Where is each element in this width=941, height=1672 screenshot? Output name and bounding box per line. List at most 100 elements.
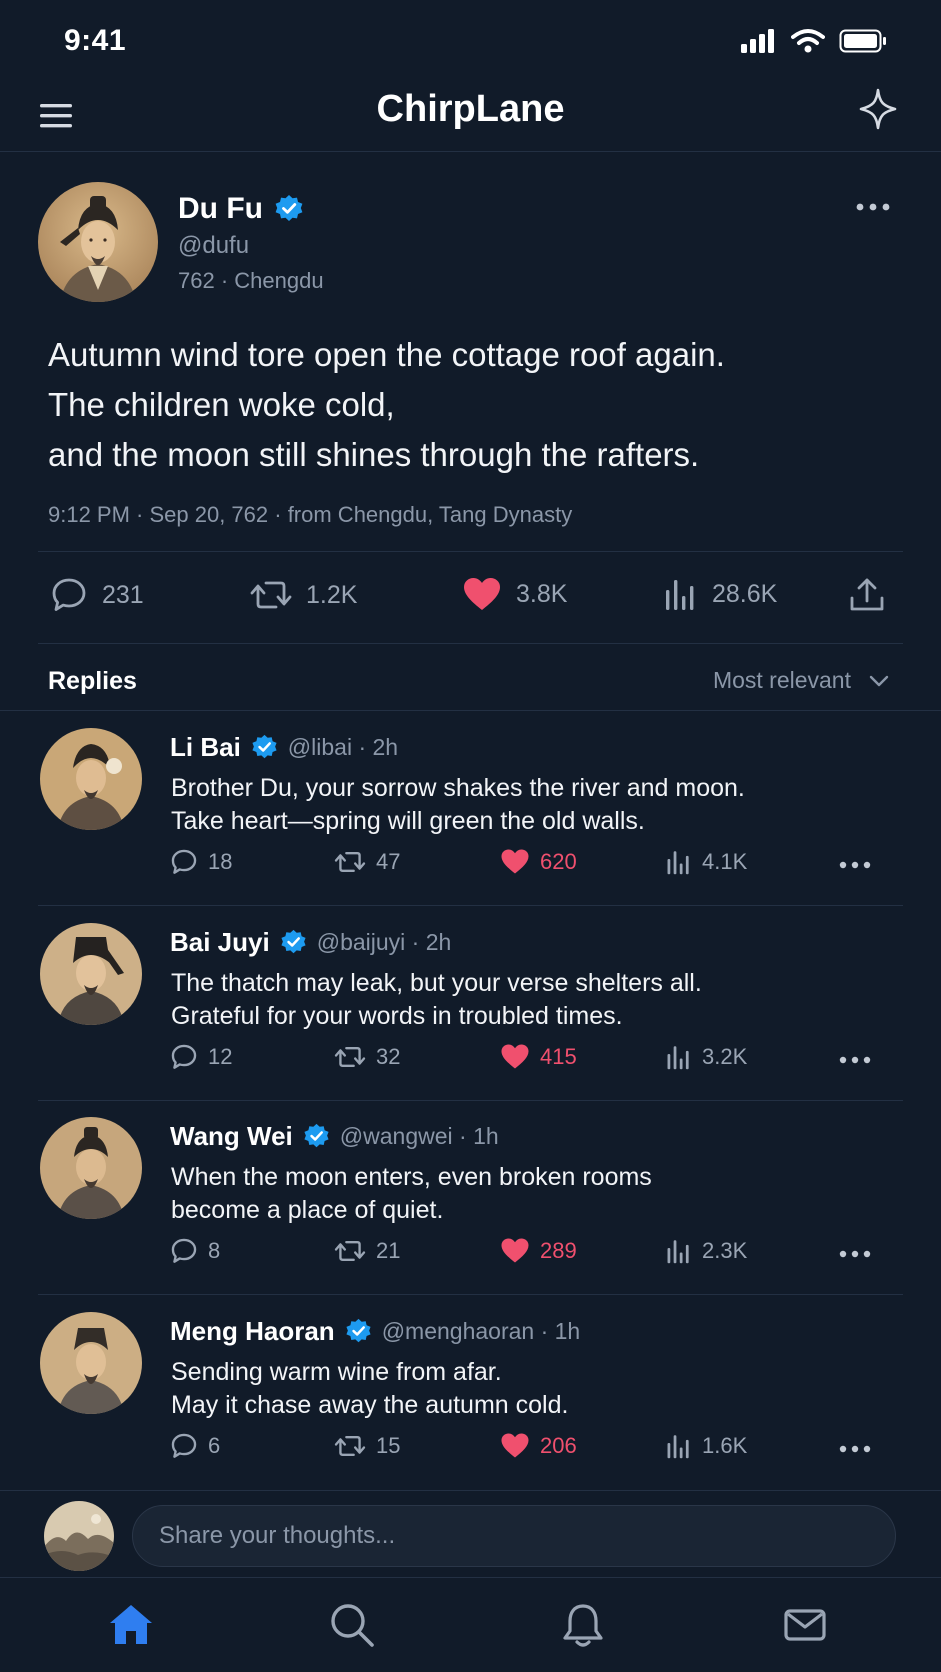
views-count: 28.6K (712, 579, 778, 608)
avatar[interactable] (40, 1117, 142, 1219)
like-button[interactable]: 206 (500, 1432, 577, 1459)
reply-author-name[interactable]: Wang Wei (170, 1121, 293, 1152)
reply-button[interactable]: 18 (170, 848, 232, 876)
app-title: ChirpLane (376, 88, 565, 130)
reply-icon (171, 1238, 197, 1263)
reply-text-line: The thatch may leak, but your verse shel… (171, 969, 702, 997)
reply-item[interactable]: Meng Haoran @menghaoran · 1h Sending war… (0, 1296, 941, 1490)
author-handle[interactable]: @dufu (178, 232, 249, 260)
views-count: 1.6K (702, 1433, 748, 1458)
author-meta: 762 · Chengdu (178, 268, 324, 293)
verified-icon (304, 1123, 329, 1148)
reply-author-name[interactable]: Meng Haoran (170, 1316, 335, 1347)
repost-count: 15 (376, 1433, 401, 1458)
repost-button[interactable]: 21 (334, 1237, 400, 1265)
views-button[interactable]: 4.1K (666, 848, 747, 876)
reply-count: 231 (102, 580, 144, 609)
avatar[interactable] (40, 923, 142, 1025)
like-count: 289 (540, 1237, 577, 1263)
avatar[interactable] (40, 1312, 142, 1414)
more-icon[interactable] (839, 1249, 871, 1259)
home-icon[interactable] (106, 1600, 156, 1650)
reply-action-bar: 6 15 206 1.6K (0, 1432, 941, 1464)
mail-icon[interactable] (780, 1600, 830, 1650)
reply-composer (0, 1490, 941, 1578)
verified-icon (275, 195, 303, 221)
reply-author-name[interactable]: Li Bai (170, 732, 241, 763)
views-button[interactable]: 28.6K (664, 576, 777, 612)
avatar[interactable] (44, 1501, 114, 1571)
avatar[interactable] (38, 182, 158, 302)
reply-text: The thatch may leak, but your verse shel… (171, 967, 702, 1033)
repost-icon (250, 581, 292, 609)
reply-author-handle[interactable]: @wangwei · 1h (340, 1123, 499, 1150)
replies-title: Replies (48, 667, 137, 695)
heart-icon (501, 1238, 529, 1263)
bell-icon[interactable] (558, 1600, 608, 1650)
reply-text: Sending warm wine from afar. May it chas… (171, 1356, 568, 1422)
sort-select[interactable]: Most relevant (713, 667, 889, 694)
verified-icon (252, 734, 277, 759)
repost-button[interactable]: 15 (334, 1432, 400, 1460)
reply-action-bar: 18 47 620 4.1K (0, 848, 941, 880)
avatar[interactable] (40, 728, 142, 830)
views-button[interactable]: 2.3K (666, 1237, 747, 1265)
post-timestamp: 9:12 PM · Sep 20, 762 · from Chengdu, Ta… (48, 502, 573, 527)
repost-button[interactable]: 47 (334, 848, 400, 876)
post-text: Autumn wind tore open the cottage roof a… (48, 330, 908, 480)
more-icon[interactable] (839, 860, 871, 870)
reply-button[interactable]: 6 (170, 1432, 220, 1460)
like-count: 206 (540, 1432, 577, 1458)
reply-count: 12 (208, 1044, 233, 1069)
reply-button[interactable]: 12 (170, 1043, 232, 1071)
like-button[interactable]: 620 (500, 848, 577, 875)
views-count: 2.3K (702, 1238, 748, 1263)
reply-header: Meng Haoran @menghaoran · 1h (170, 1316, 580, 1347)
reply-icon (171, 1044, 197, 1069)
reply-text: When the moon enters, even broken rooms … (171, 1161, 652, 1227)
repost-button[interactable]: 1.2K (250, 576, 357, 614)
views-button[interactable]: 1.6K (666, 1432, 747, 1460)
views-button[interactable]: 3.2K (666, 1043, 747, 1071)
like-button[interactable]: 289 (500, 1237, 577, 1264)
views-icon (667, 1046, 689, 1070)
views-icon (667, 851, 689, 875)
post-text-line: and the moon still shines through the ra… (48, 436, 700, 473)
verified-icon (281, 929, 306, 954)
views-icon (666, 580, 694, 610)
divider (38, 1294, 903, 1295)
chevron-down-icon (869, 675, 889, 686)
reply-author-name[interactable]: Bai Juyi (170, 927, 270, 958)
author-name[interactable]: Du Fu (178, 192, 263, 226)
more-icon[interactable] (839, 1055, 871, 1065)
status-bar: 9:41 (0, 0, 941, 80)
more-icon[interactable] (855, 200, 891, 214)
heart-icon (464, 578, 500, 610)
more-icon[interactable] (839, 1444, 871, 1454)
reply-text-line: Grateful for your words in troubled time… (171, 1002, 623, 1030)
reply-author-handle[interactable]: @menghaoran · 1h (382, 1318, 581, 1345)
reply-icon (171, 1433, 197, 1458)
reply-item[interactable]: Wang Wei @wangwei · 1h When the moon ent… (0, 1101, 941, 1295)
reply-text: Brother Du, your sorrow shakes the river… (171, 772, 745, 838)
app-bar: ChirpLane (0, 80, 941, 152)
reply-author-handle[interactable]: @baijuyi · 2h (317, 929, 452, 956)
like-count: 415 (540, 1043, 577, 1069)
reply-item[interactable]: Bai Juyi @baijuyi · 2h The thatch may le… (0, 907, 941, 1101)
reply-button[interactable]: 8 (170, 1237, 220, 1265)
repost-count: 1.2K (306, 580, 358, 609)
sparkle-icon[interactable] (855, 86, 901, 132)
reply-text-line: Take heart—spring will green the old wal… (171, 807, 645, 835)
repost-count: 21 (376, 1238, 401, 1263)
repost-button[interactable]: 32 (334, 1043, 400, 1071)
search-icon[interactable] (327, 1600, 377, 1650)
views-count: 3.2K (702, 1044, 748, 1069)
reply-author-handle[interactable]: @libai · 2h (288, 734, 398, 761)
like-button[interactable]: 3.8K (462, 576, 567, 612)
reply-button[interactable]: 231 (50, 576, 144, 614)
like-button[interactable]: 415 (500, 1043, 577, 1070)
reply-item[interactable]: Li Bai @libai · 2h Brother Du, your sorr… (0, 712, 941, 906)
reply-input[interactable] (132, 1505, 896, 1567)
status-icons (741, 28, 887, 54)
share-button[interactable] (848, 576, 886, 614)
